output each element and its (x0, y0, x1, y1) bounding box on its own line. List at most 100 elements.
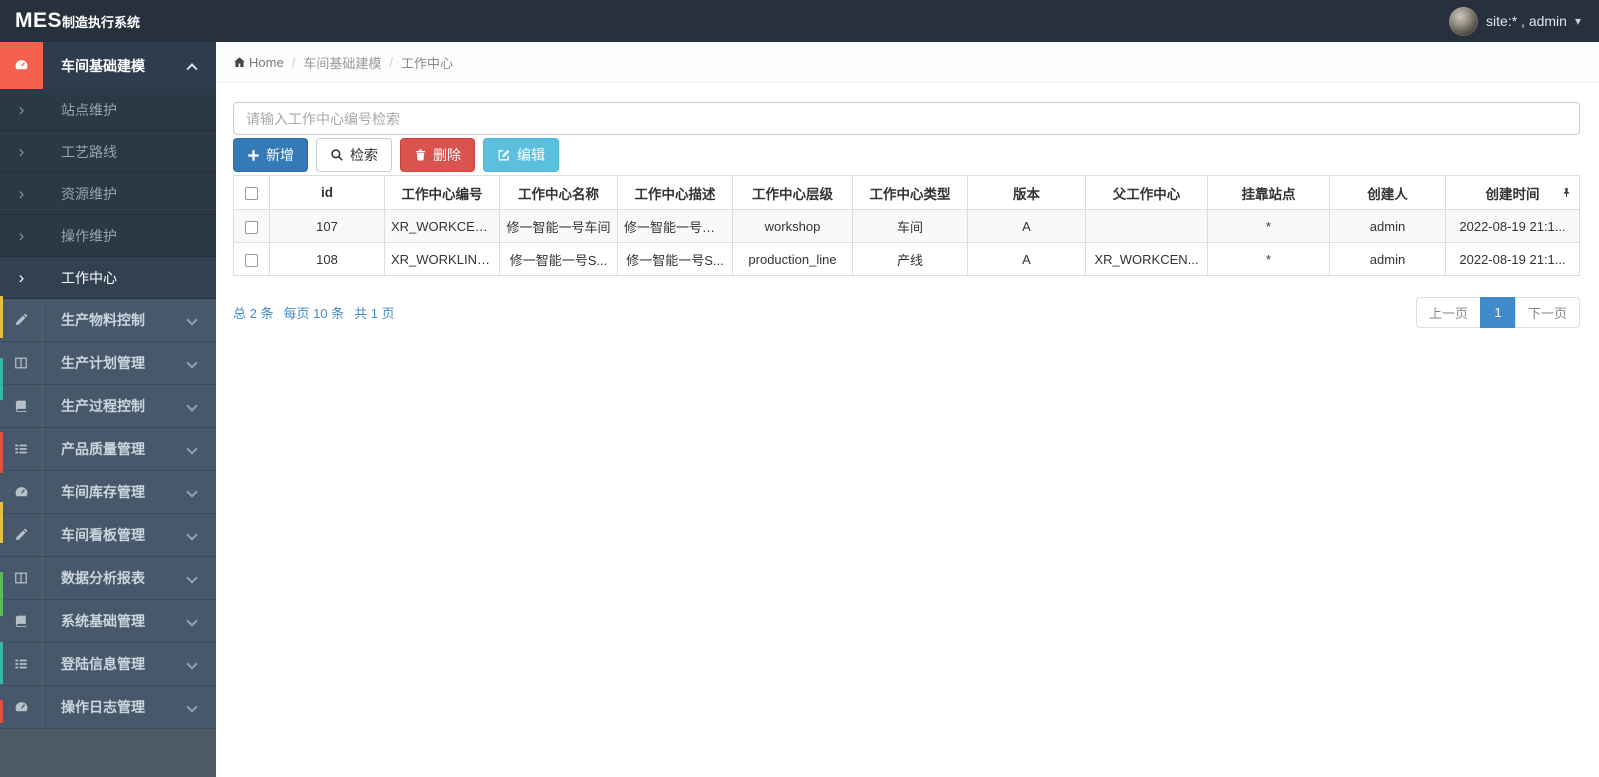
sidebar-item-label: 登陆信息管理 (61, 656, 145, 672)
cell-desc: 修一智能一号S... (617, 242, 733, 276)
sidebar-subitem-station[interactable]: › 站点维护 (0, 89, 216, 131)
sidebar-item-system-management[interactable]: 系统基础管理 (0, 600, 216, 643)
cell-type: 产线 (852, 242, 968, 276)
chevron-down-icon (186, 486, 198, 498)
search-input[interactable] (233, 102, 1580, 135)
dashboard-icon (0, 471, 43, 513)
pagination-pages: 共 1 页 (354, 306, 395, 321)
sidebar-item-kanban-management[interactable]: 车间看板管理 (0, 514, 216, 557)
row-checkbox[interactable] (245, 220, 258, 234)
prev-page-button[interactable]: 上一页 (1415, 297, 1481, 328)
angle-right-icon: › (18, 100, 25, 119)
cell-creator: admin (1329, 209, 1446, 243)
sidebar-item-material-control[interactable]: 生产物料控制 (0, 299, 216, 342)
angle-right-icon: › (18, 184, 25, 203)
page-1-button[interactable]: 1 (1479, 297, 1516, 328)
edit-button[interactable]: 编辑 (483, 138, 559, 172)
angle-right-icon: › (18, 226, 25, 245)
search-button[interactable]: 检索 (316, 138, 392, 172)
chevron-down-icon (186, 357, 198, 369)
cell-created: 2022-08-19 21:1... (1445, 209, 1580, 243)
cell-parent (1085, 209, 1208, 243)
next-page-button[interactable]: 下一页 (1514, 297, 1580, 328)
chevron-down-icon (186, 701, 198, 713)
delete-button-label: 删除 (433, 147, 461, 163)
chevron-down-icon (186, 615, 198, 627)
sidebar-subitem-resource[interactable]: › 资源维护 (0, 173, 216, 215)
sidebar-item-label: 数据分析报表 (61, 570, 145, 586)
chevron-down-icon (186, 529, 198, 541)
table-row: 108 XR_WORKLINE... 修一智能一号S... 修一智能一号S...… (233, 242, 1580, 276)
delete-button[interactable]: 删除 (400, 138, 475, 172)
add-button[interactable]: 新增 (233, 138, 308, 172)
sidebar-subitem-work-center[interactable]: › 工作中心 (0, 257, 216, 299)
pagination-per-page: 每页 10 条 (283, 306, 345, 321)
user-avatar[interactable] (1449, 6, 1479, 36)
pencil-icon (0, 299, 43, 341)
caret-down-icon: ▾ (1574, 14, 1581, 28)
column-header-code: 工作中心编号 (384, 175, 500, 210)
sidebar-item-label: 操作日志管理 (61, 699, 145, 715)
breadcrumb-item[interactable]: 车间基础建模 (303, 53, 381, 72)
sidebar-subitem-operation[interactable]: › 操作维护 (0, 215, 216, 257)
breadcrumb-separator: / (291, 54, 296, 70)
cell-version: A (967, 242, 1086, 276)
row-select-cell (233, 242, 270, 276)
column-header-version: 版本 (967, 175, 1086, 210)
column-header-level: 工作中心层级 (732, 175, 853, 210)
cell-level: workshop (732, 209, 853, 243)
columns-icon (0, 342, 43, 384)
breadcrumb-current: 工作中心 (400, 55, 453, 71)
pagination-summary: 总 2 条 每页 10 条 共 1 页 (233, 303, 395, 322)
sidebar-item-plan-management[interactable]: 生产计划管理 (0, 342, 216, 385)
select-all-checkbox[interactable] (245, 186, 258, 200)
cell-created: 2022-08-19 21:1... (1445, 242, 1580, 276)
search-button-label: 检索 (350, 147, 378, 163)
chevron-up-icon (186, 62, 198, 74)
logo-rest: 制造执行系统 (62, 15, 141, 30)
sidebar-item-label: 生产过程控制 (61, 398, 145, 414)
sidebar: 车间基础建模 › 站点维护 › 工艺路线 › 资源维护 › 操作维护 › 工作中… (0, 42, 216, 777)
breadcrumb-separator: / (389, 54, 393, 70)
table-row: 107 XR_WORKCEN... 修一智能一号车间 修一智能一号车间 work… (233, 209, 1580, 243)
pagination-controls: 上一页 1 下一页 (1415, 297, 1580, 328)
cell-station: * (1207, 209, 1330, 243)
sidebar-item-login-info[interactable]: 登陆信息管理 (0, 643, 216, 686)
user-menu[interactable]: site:* , admin ▾ (1449, 6, 1599, 36)
row-checkbox[interactable] (245, 253, 258, 267)
cell-code: XR_WORKCEN... (384, 209, 500, 243)
cell-station: * (1207, 242, 1330, 276)
cell-id: 107 (269, 209, 385, 243)
column-header-id: id (269, 175, 385, 210)
user-label: site:* , admin (1486, 13, 1567, 29)
cell-id: 108 (269, 242, 385, 276)
chevron-down-icon (186, 443, 198, 455)
column-header-creator: 创建人 (1329, 175, 1446, 210)
sidebar-submenu: › 站点维护 › 工艺路线 › 资源维护 › 操作维护 › 工作中心 (0, 89, 216, 299)
sidebar-item-quality-management[interactable]: 产品质量管理 (0, 428, 216, 471)
sidebar-item-label: 产品质量管理 (61, 441, 145, 457)
pin-icon[interactable] (1561, 187, 1572, 199)
toolbar: 新增 检索 删除 编辑 (233, 138, 1580, 172)
sidebar-item-workshop-modeling[interactable]: 车间基础建模 (0, 42, 216, 89)
book-icon (0, 385, 43, 427)
cell-parent: XR_WORKCEN... (1085, 242, 1208, 276)
sidebar-item-process-control[interactable]: 生产过程控制 (0, 385, 216, 428)
sidebar-item-data-analysis[interactable]: 数据分析报表 (0, 557, 216, 600)
sidebar-subitem-process-route[interactable]: › 工艺路线 (0, 131, 216, 173)
sidebar-item-label: 车间库存管理 (61, 484, 145, 500)
sidebar-item-inventory-management[interactable]: 车间库存管理 (0, 471, 216, 514)
add-button-label: 新增 (266, 147, 294, 163)
breadcrumb-home-link[interactable]: Home (233, 55, 284, 70)
row-select-cell (233, 209, 270, 243)
column-header-type: 工作中心类型 (852, 175, 968, 210)
home-icon (233, 56, 246, 69)
sidebar-item-label: 生产物料控制 (61, 312, 145, 328)
column-header-desc: 工作中心描述 (617, 175, 733, 210)
sidebar-subitem-label: 工作中心 (61, 269, 117, 286)
dashboard-icon (0, 686, 43, 728)
sidebar-item-operation-log[interactable]: 操作日志管理 (0, 686, 216, 729)
sidebar-item-label: 系统基础管理 (61, 613, 145, 629)
main-content: Home / 车间基础建模 / 工作中心 新增 (216, 42, 1599, 777)
list-icon (0, 428, 43, 470)
